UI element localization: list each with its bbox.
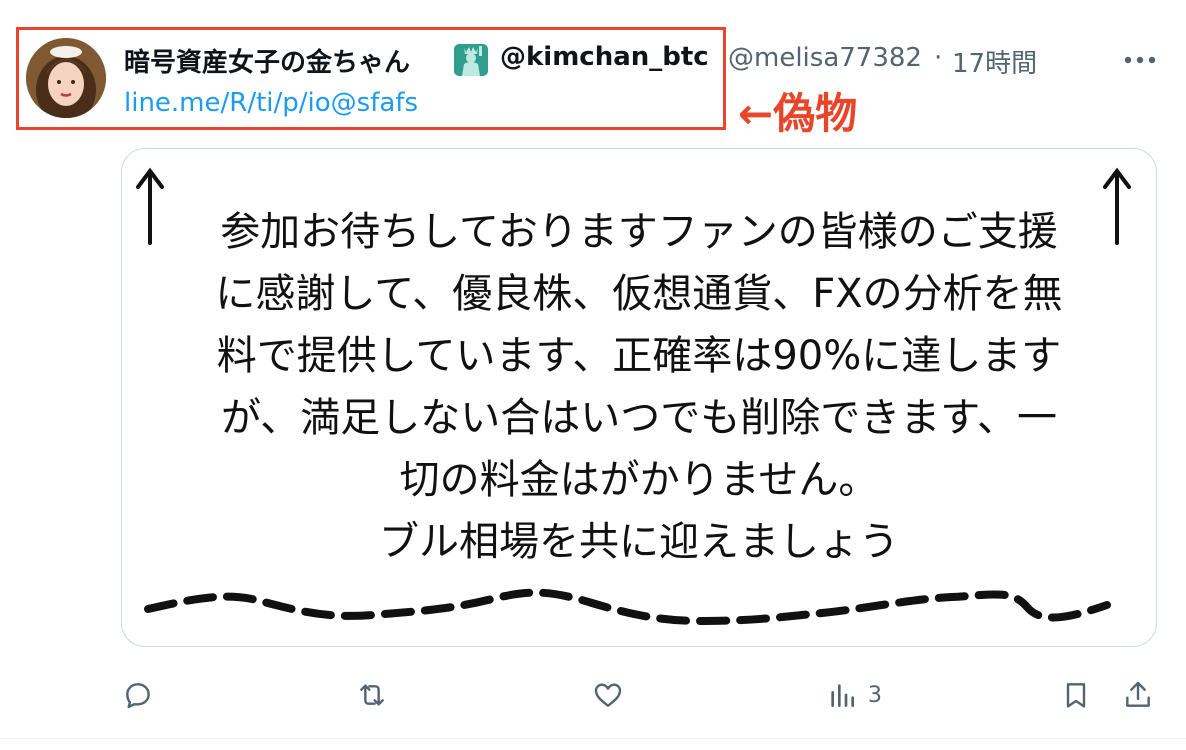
media-card[interactable]: 参加お待ちしておりますファンの皆様のご支援 に感謝して、優良株、仮想通貨、FXの… — [121, 148, 1157, 647]
views-icon — [831, 684, 854, 707]
statue-of-liberty-icon — [452, 42, 490, 78]
squiggle-decoration — [144, 588, 1111, 626]
fake-annotation: ←偽物 — [738, 89, 858, 138]
more-icon[interactable] — [1120, 52, 1160, 66]
divider — [0, 738, 1186, 739]
media-text-line: 参加お待ちしておりますファンの皆様のご支援 — [220, 209, 1058, 255]
retweet-icon — [360, 684, 384, 706]
reply-icon — [126, 683, 150, 709]
like-icon — [594, 683, 622, 707]
like-button[interactable] — [592, 670, 624, 720]
display-name[interactable]: 暗号資産女子の金ちゃん — [124, 42, 410, 79]
fake-handle[interactable]: @kimchan_btc — [500, 42, 709, 72]
separator-dot: · — [934, 43, 943, 73]
real-handle[interactable]: @melisa77382 — [728, 43, 922, 73]
bookmark-button[interactable] — [1060, 670, 1092, 720]
bio-link[interactable]: line.me/R/ti/p/io@sfafs — [124, 88, 418, 118]
bookmark-icon — [1066, 683, 1086, 708]
media-text-line: に感謝して、優良株、仮想通貨、FXの分析を無 — [215, 271, 1063, 317]
media-text-line: 料で提供しています、正確率は90%に達します — [216, 333, 1062, 379]
media-text-line: が、満足しない合はいつでも削除できます、一 — [221, 395, 1057, 441]
share-icon — [1126, 681, 1150, 707]
action-bar: 3 — [0, 670, 1186, 720]
views-button[interactable]: 3 — [826, 670, 882, 720]
views-count: 3 — [868, 682, 882, 708]
timestamp[interactable]: 17時間 — [952, 43, 1037, 80]
media-text-line: ブル相場を共に迎えましょう — [379, 519, 899, 565]
media-text: 参加お待ちしておりますファンの皆様のご支援 に感謝して、優良株、仮想通貨、FXの… — [122, 201, 1156, 573]
media-text-line: 切の料金はがかりません。 — [399, 457, 879, 503]
share-button[interactable] — [1122, 670, 1154, 720]
reply-button[interactable] — [122, 670, 154, 720]
retweet-button[interactable] — [356, 670, 388, 720]
